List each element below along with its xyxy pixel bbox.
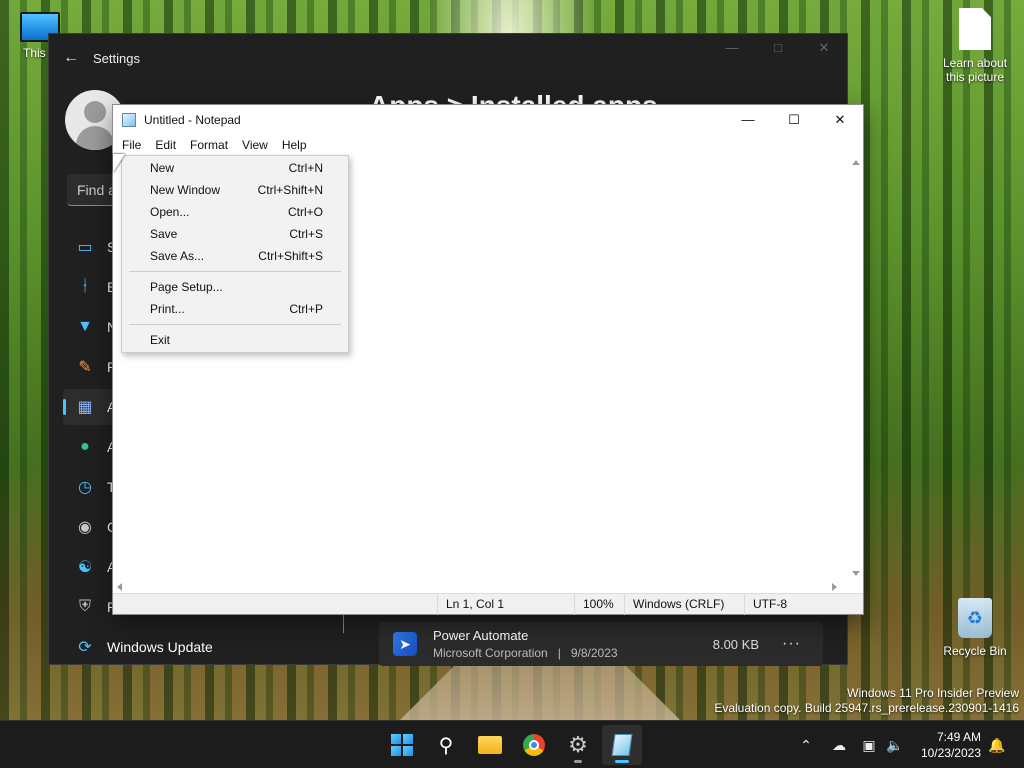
network-tray-button[interactable]: ▣ — [858, 721, 880, 768]
shield-icon: ⛨ — [78, 598, 91, 615]
desktop-icon-recycle-bin[interactable]: ♻ Recycle Bin — [938, 598, 1012, 658]
menu-edit[interactable]: Edit — [148, 135, 183, 155]
menu-format[interactable]: Format — [183, 135, 235, 155]
gaming-icon: ◉ — [78, 519, 92, 536]
menu-item-print[interactable]: Print... Ctrl+P — [122, 298, 348, 320]
menu-item-exit[interactable]: Exit — [122, 329, 348, 351]
app-meta: Microsoft Corporation | 9/8/2023 — [433, 646, 618, 660]
search-button[interactable]: ⚲ — [426, 725, 466, 765]
notepad-title: Untitled - Notepad — [144, 112, 241, 127]
brush-icon: ✎ — [78, 359, 92, 376]
status-cursor-position: Ln 1, Col 1 — [437, 594, 574, 615]
menu-item-open[interactable]: Open... Ctrl+O — [122, 201, 348, 223]
notepad-icon — [611, 734, 633, 756]
menu-help[interactable]: Help — [275, 135, 314, 155]
mouse-cursor-icon — [113, 154, 125, 173]
app-size: 8.00 KB — [712, 636, 759, 652]
menu-view[interactable]: View — [235, 135, 275, 155]
app-publisher: Microsoft Corporation — [433, 646, 548, 660]
bell-icon: 🔔 — [988, 736, 1006, 753]
start-button[interactable] — [382, 725, 422, 765]
more-options-button[interactable]: ··· — [782, 635, 801, 653]
menu-item-save-as[interactable]: Save As... Ctrl+Shift+S — [122, 245, 348, 267]
scroll-up-arrow-icon[interactable] — [852, 160, 860, 165]
maximize-icon[interactable]: □ — [755, 40, 801, 56]
settings-button[interactable]: ⚙ — [558, 725, 598, 765]
status-zoom: 100% — [574, 594, 624, 615]
menu-item-page-setup[interactable]: Page Setup... — [122, 276, 348, 298]
menu-item-new[interactable]: New Ctrl+N — [122, 157, 348, 179]
taskbar: ⚲ ⚙ ⌃ ☁ ▣ 🔈 7:49 AM 10/23/2023 🔔 — [0, 720, 1024, 768]
file-menu-dropdown: New Ctrl+N New Window Ctrl+Shift+N Open.… — [121, 155, 349, 353]
menu-bar: File Edit Format View Help — [113, 134, 863, 156]
chrome-icon — [523, 734, 545, 756]
power-automate-icon: ➤ — [393, 632, 417, 656]
menu-separator — [129, 271, 341, 272]
scroll-down-arrow-icon[interactable] — [852, 571, 860, 576]
settings-icon: ⚙ — [568, 732, 588, 757]
close-icon[interactable]: ✕ — [817, 105, 863, 134]
notepad-titlebar[interactable]: Untitled - Notepad — ☐ ✕ — [113, 105, 863, 134]
system-icon: ▭ — [77, 239, 93, 256]
status-line-ending: Windows (CRLF) — [624, 594, 744, 615]
show-hidden-icons-button[interactable]: ⌃ — [794, 721, 818, 768]
settings-title: Settings — [93, 50, 140, 66]
accessibility-icon: ☯ — [77, 559, 93, 576]
vertical-scrollbar[interactable] — [849, 156, 863, 580]
close-icon[interactable]: ✕ — [801, 40, 847, 56]
chevron-up-icon: ⌃ — [800, 736, 812, 753]
menu-item-new-window[interactable]: New Window Ctrl+Shift+N — [122, 179, 348, 201]
notifications-button[interactable]: 🔔 — [986, 721, 1008, 768]
horizontal-scrollbar[interactable] — [113, 580, 851, 594]
accounts-icon: ● — [80, 438, 90, 455]
notepad-button[interactable] — [602, 725, 642, 765]
cloud-icon: ☁ — [832, 736, 846, 753]
status-bar: Ln 1, Col 1 100% Windows (CRLF) UTF-8 — [113, 593, 863, 615]
volume-muted-icon: 🔈 — [886, 736, 904, 753]
app-date: 9/8/2023 — [570, 646, 618, 660]
wifi-icon: ▼ — [77, 318, 93, 335]
notepad-app-icon — [122, 112, 136, 127]
desktop-icon-label: Recycle Bin — [943, 644, 1007, 658]
minimize-icon[interactable]: — — [725, 105, 771, 134]
clock[interactable]: 7:49 AM 10/23/2023 — [921, 729, 981, 761]
network-icon: ▣ — [862, 736, 876, 753]
document-icon — [959, 8, 991, 50]
settings-titlebar[interactable]: ← Settings — □ ✕ — [49, 34, 847, 82]
menu-item-save[interactable]: Save Ctrl+S — [122, 223, 348, 245]
update-icon: ⟳ — [78, 639, 92, 656]
apps-icon: ▦ — [77, 399, 93, 416]
back-arrow-icon[interactable]: ← — [49, 49, 93, 67]
menu-file[interactable]: File — [115, 135, 148, 155]
scroll-left-arrow-icon[interactable] — [117, 583, 122, 591]
minimize-icon[interactable]: — — [709, 40, 755, 56]
scroll-right-arrow-icon[interactable] — [832, 583, 837, 591]
app-name: Power Automate — [433, 628, 529, 643]
volume-tray-button[interactable]: 🔈 — [884, 721, 906, 768]
bluetooth-icon: ᚽ — [80, 278, 90, 295]
desktop-icon-learn-about-picture[interactable]: Learn about this picture — [938, 8, 1012, 84]
installed-app-row[interactable]: ➤ Power Automate Microsoft Corporation |… — [379, 622, 823, 666]
clock-time: 7:49 AM — [936, 730, 981, 744]
start-icon — [391, 734, 413, 756]
maximize-icon[interactable]: ☐ — [771, 105, 817, 134]
search-icon: ⚲ — [438, 734, 454, 757]
file-explorer-icon — [478, 736, 502, 754]
sidebar-item-windows-update[interactable]: ⟳ Windows Update — [63, 629, 333, 665]
status-encoding: UTF-8 — [744, 594, 861, 615]
chrome-button[interactable] — [514, 725, 554, 765]
time-icon: ◷ — [78, 479, 92, 496]
evaluation-watermark: Windows 11 Pro Insider Preview Evaluatio… — [714, 686, 1019, 715]
desktop-icon-label: Learn about this picture — [942, 56, 1008, 84]
file-explorer-button[interactable] — [470, 725, 510, 765]
menu-separator — [129, 324, 341, 325]
clock-date: 10/23/2023 — [920, 746, 981, 760]
onedrive-tray-button[interactable]: ☁ — [826, 721, 852, 768]
recycle-bin-icon: ♻ — [958, 598, 992, 638]
